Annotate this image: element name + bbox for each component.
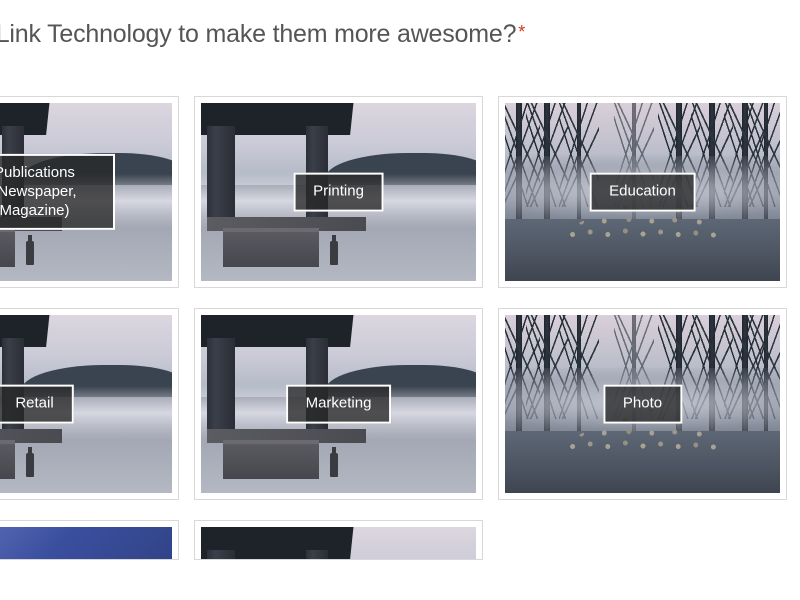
card-image: Retail: [0, 315, 172, 493]
card-image: Marketing: [201, 315, 476, 493]
option-label: Photo: [603, 385, 682, 424]
option-card-marketing[interactable]: Marketing: [194, 308, 483, 500]
option-label: Marketing: [286, 385, 392, 424]
question-label: ill you use Link Technology to make them…: [0, 20, 516, 48]
card-image: Printing: [201, 103, 476, 281]
option-card-education[interactable]: Education: [498, 96, 787, 288]
option-card-partial-1[interactable]: [0, 520, 179, 560]
card-image: [201, 527, 476, 560]
option-card-partial-2[interactable]: [194, 520, 483, 560]
card-image: Education: [505, 103, 780, 281]
option-card-photo[interactable]: Photo: [498, 308, 787, 500]
option-label: Education: [589, 173, 696, 212]
option-card-publications[interactable]: Publications(Newspaper, Magazine): [0, 96, 179, 288]
option-label: Publications(Newspaper, Magazine): [0, 154, 115, 230]
required-icon: *: [518, 22, 525, 42]
question-text: ill you use Link Technology to make them…: [0, 20, 525, 49]
option-card-printing[interactable]: Printing: [194, 96, 483, 288]
card-image: Photo: [505, 315, 780, 493]
option-card-retail[interactable]: Retail: [0, 308, 179, 500]
card-image: Publications(Newspaper, Magazine): [0, 103, 172, 281]
option-label: Printing: [293, 173, 384, 212]
card-image: [0, 527, 172, 560]
option-label: Retail: [0, 385, 74, 424]
options-grid: Publications(Newspaper, Magazine) Printi…: [0, 96, 787, 560]
